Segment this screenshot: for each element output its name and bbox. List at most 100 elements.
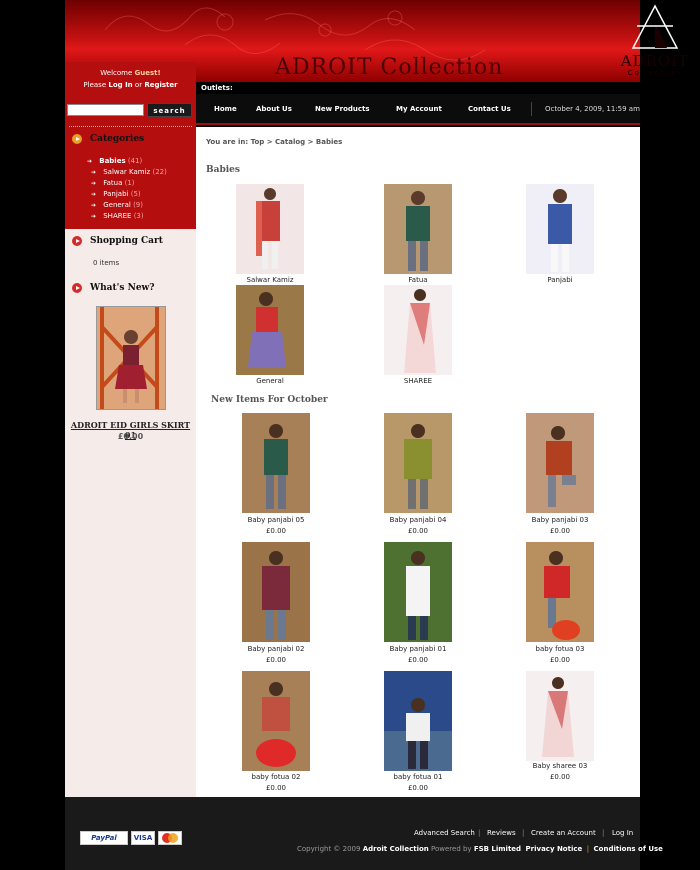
category-fatua[interactable]: ➔ Fatua (1) bbox=[91, 179, 135, 187]
bullet-arrow-icon: ➔ bbox=[91, 180, 97, 187]
cart-title[interactable]: Shopping Cart bbox=[90, 236, 163, 246]
photo-baby-panjabi-05 bbox=[242, 413, 310, 513]
bullet-arrow-icon: ➔ bbox=[91, 202, 97, 209]
product-image[interactable] bbox=[526, 671, 594, 761]
product-name[interactable]: baby fotua 02 bbox=[216, 773, 336, 781]
copyright: Copyright © 2009 Adroit Collection Power… bbox=[297, 845, 663, 853]
product-image[interactable] bbox=[384, 671, 452, 771]
category-label: Babies bbox=[99, 157, 126, 165]
subcategory-label[interactable]: SHAREE bbox=[358, 377, 478, 385]
photo-baby-fotua-03 bbox=[526, 542, 594, 642]
subcategory-image-fatua[interactable] bbox=[384, 184, 452, 274]
main-content: You are in: Top > Catalog > Babies Babie… bbox=[196, 127, 640, 797]
nav-new-products[interactable]: New Products bbox=[315, 105, 370, 113]
nav-my-account[interactable]: My Account bbox=[396, 105, 442, 113]
product-price: £0.00 bbox=[265, 527, 287, 535]
footer-link-log-in[interactable]: Log In bbox=[612, 829, 633, 837]
product-price: £0.00 bbox=[265, 656, 287, 664]
separator: | bbox=[584, 845, 592, 853]
categories-heading: Categories bbox=[72, 134, 144, 144]
nav-contact-us[interactable]: Contact Us bbox=[468, 105, 511, 113]
subcategory-image-salwar-kamiz[interactable] bbox=[236, 184, 304, 274]
product-image[interactable] bbox=[384, 413, 452, 513]
product-price: £0.00 bbox=[407, 527, 429, 535]
category-label: General bbox=[103, 201, 131, 209]
photo-child-general bbox=[236, 285, 304, 375]
footer: PayPal VISA Advanced Search | Reviews | … bbox=[65, 797, 663, 870]
product-image[interactable] bbox=[526, 413, 594, 513]
category-count: (22) bbox=[152, 168, 167, 176]
welcome-user: Guest! bbox=[134, 69, 161, 77]
product-price: £0.00 bbox=[549, 773, 571, 781]
category-babies[interactable]: ➔ Babies (41) bbox=[87, 157, 142, 165]
search-input[interactable] bbox=[67, 104, 144, 116]
product-name[interactable]: Baby sharee 03 bbox=[500, 762, 620, 770]
product-price: £0.00 bbox=[549, 527, 571, 535]
new-items-title: New Items For October bbox=[211, 395, 328, 405]
category-general[interactable]: ➔ General (9) bbox=[91, 201, 143, 209]
subcategory-image-panjabi[interactable] bbox=[526, 184, 594, 274]
category-label: SHAREE bbox=[103, 212, 132, 220]
whats-new-product-image[interactable] bbox=[96, 306, 166, 410]
subcategory-image-general[interactable] bbox=[236, 285, 304, 375]
whats-new-price: £0.00 bbox=[117, 432, 144, 441]
register-link[interactable]: Register bbox=[144, 81, 177, 89]
footer-link-create-account[interactable]: Create an Account bbox=[531, 829, 596, 837]
subcategory-image-sharee[interactable] bbox=[384, 285, 452, 375]
breadcrumb-path[interactable]: Top > Catalog > Babies bbox=[251, 138, 343, 146]
separator: | bbox=[602, 829, 605, 837]
subcategory-label[interactable]: General bbox=[210, 377, 330, 385]
nav-home[interactable]: Home bbox=[214, 105, 237, 113]
product-image[interactable] bbox=[242, 671, 310, 771]
arrow-circle-icon bbox=[72, 283, 82, 293]
powered-by: Powered by bbox=[431, 845, 472, 853]
product-name[interactable]: baby fotua 01 bbox=[358, 773, 478, 781]
copyright-site[interactable]: Adroit Collection bbox=[363, 845, 429, 853]
bullet-arrow-icon: ➔ bbox=[91, 169, 97, 176]
company-link[interactable]: FSB Limited bbox=[474, 845, 521, 853]
product-name[interactable]: Baby panjabi 02 bbox=[216, 645, 336, 653]
photo-child-fatua bbox=[384, 184, 452, 274]
category-count: (9) bbox=[133, 201, 143, 209]
main-nav: Home About Us New Products My Account Co… bbox=[196, 94, 640, 125]
site-logo[interactable]: ADROIT Collection bbox=[615, 2, 695, 80]
product-name[interactable]: Baby panjabi 05 bbox=[216, 516, 336, 524]
product-name[interactable]: baby fotua 03 bbox=[500, 645, 620, 653]
product-price: £0.00 bbox=[549, 656, 571, 664]
photo-baby-fotua-01 bbox=[384, 671, 452, 771]
welcome-text: Welcome bbox=[100, 69, 133, 77]
category-count: (1) bbox=[124, 179, 135, 187]
divider bbox=[69, 126, 192, 127]
whats-new-heading: What's New? bbox=[72, 283, 155, 293]
product-image[interactable] bbox=[384, 542, 452, 642]
logo-subtitle: Collection bbox=[627, 69, 683, 77]
subcategory-label[interactable]: Salwar Kamiz bbox=[210, 276, 330, 284]
product-image[interactable] bbox=[526, 542, 594, 642]
product-name[interactable]: Baby panjabi 03 bbox=[500, 516, 620, 524]
welcome-line: Welcome Guest! bbox=[65, 69, 196, 77]
category-salwar-kamiz[interactable]: ➔ Salwar Kamiz (22) bbox=[91, 168, 167, 176]
product-name[interactable]: Baby panjabi 04 bbox=[358, 516, 478, 524]
copyright-prefix: Copyright © 2009 bbox=[297, 845, 361, 853]
product-image[interactable] bbox=[242, 413, 310, 513]
search-button[interactable]: search bbox=[147, 103, 192, 117]
subcategory-label[interactable]: Panjabi bbox=[500, 276, 620, 284]
product-image[interactable] bbox=[242, 542, 310, 642]
arrow-circle-icon bbox=[72, 236, 82, 246]
subcategory-label[interactable]: Fatua bbox=[358, 276, 478, 284]
privacy-link[interactable]: Privacy Notice bbox=[526, 845, 583, 853]
photo-baby-sharee-03 bbox=[542, 677, 574, 757]
photo-child-sharee bbox=[404, 289, 436, 373]
photo-baby-panjabi-04 bbox=[384, 413, 452, 513]
nav-about-us[interactable]: About Us bbox=[256, 105, 292, 113]
visa-logo: VISA bbox=[131, 831, 155, 845]
footer-link-advanced-search[interactable]: Advanced Search bbox=[414, 829, 475, 837]
footer-link-reviews[interactable]: Reviews bbox=[487, 829, 516, 837]
photo-child-salwar bbox=[256, 188, 280, 269]
category-panjabi[interactable]: ➔ Panjabi (5) bbox=[91, 190, 141, 198]
product-name[interactable]: Baby panjabi 01 bbox=[358, 645, 478, 653]
page: ADROIT Collection ADROIT Collection Outl… bbox=[0, 0, 700, 870]
conditions-link[interactable]: Conditions of Use bbox=[594, 845, 663, 853]
login-link[interactable]: Log In bbox=[108, 81, 132, 89]
category-sharee[interactable]: ➔ SHAREE (3) bbox=[91, 212, 144, 220]
